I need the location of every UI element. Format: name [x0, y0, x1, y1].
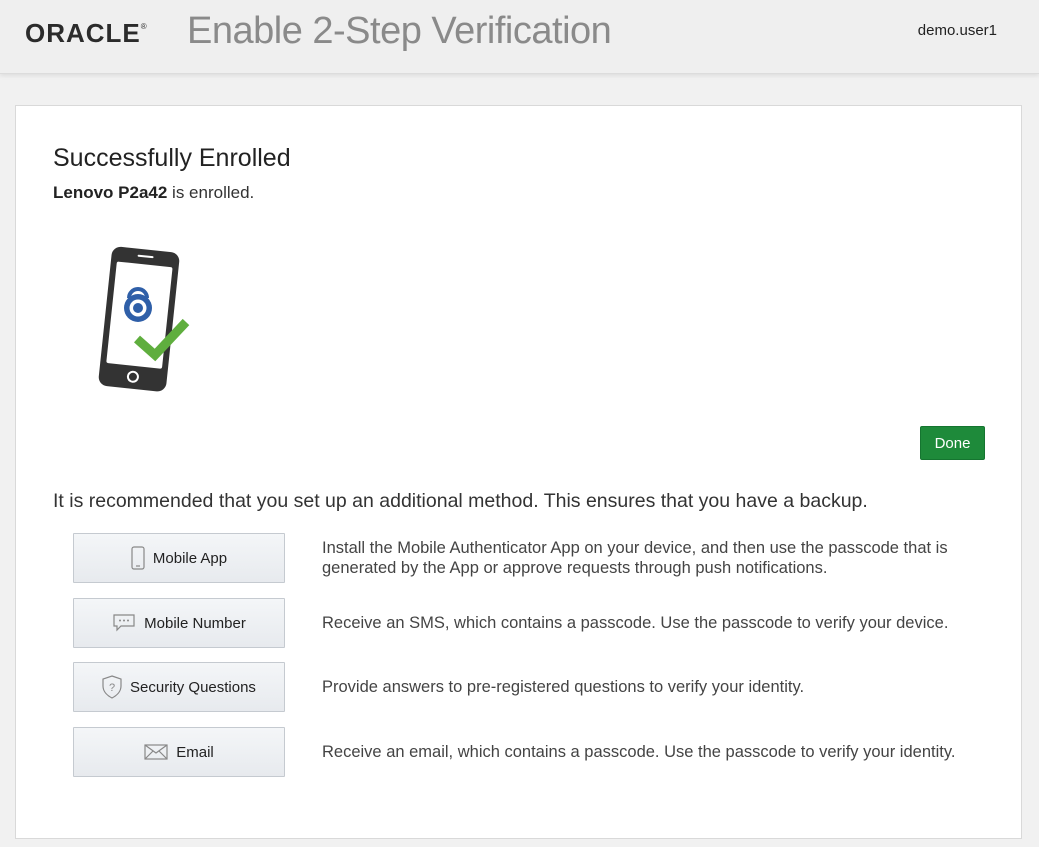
- oracle-logo: ORACLE®: [25, 18, 148, 48]
- shield-question-icon: ?: [102, 675, 122, 699]
- enrolled-suffix: is enrolled.: [167, 183, 255, 202]
- mobile-app-description: Install the Mobile Authenticator App on …: [322, 539, 948, 577]
- security-questions-description: Provide answers to pre-registered questi…: [322, 678, 805, 696]
- mobile-app-button[interactable]: Mobile App: [73, 533, 285, 583]
- mobile-phone-icon: [131, 546, 145, 570]
- mobile-number-button[interactable]: Mobile Number: [73, 598, 285, 648]
- user-name[interactable]: demo.user1: [918, 22, 997, 39]
- security-questions-label: Security Questions: [130, 678, 256, 696]
- mobile-app-label: Mobile App: [152, 549, 228, 567]
- envelope-icon: [144, 744, 168, 760]
- mobile-number-label: Mobile Number: [144, 614, 246, 632]
- phone-lock-check-icon: [98, 246, 190, 392]
- device-name: Lenovo P2a42: [53, 183, 168, 202]
- enrolled-message: Lenovo P2a42 is enrolled.: [53, 183, 254, 203]
- method-row-mobile-app: Mobile App Install the Mobile Authentica…: [73, 533, 973, 583]
- mobile-number-description: Receive an SMS, which contains a passcod…: [322, 614, 949, 632]
- svg-text:?: ?: [109, 682, 115, 694]
- enrollment-panel: Successfully Enrolled Lenovo P2a42 is en…: [15, 105, 1022, 839]
- email-label: Email: [176, 743, 214, 761]
- method-row-security-questions: ? Security Questions Provide answers to …: [73, 662, 973, 712]
- sms-bubble-icon: [112, 614, 136, 632]
- app-header: ORACLE® Enable 2-Step Verification demo.…: [0, 0, 1039, 74]
- method-row-mobile-number: Mobile Number Receive an SMS, which cont…: [73, 598, 973, 648]
- method-row-email: Email Receive an email, which contains a…: [73, 727, 973, 777]
- done-button[interactable]: Done: [920, 426, 985, 460]
- email-description: Receive an email, which contains a passc…: [322, 743, 956, 761]
- security-questions-button[interactable]: ? Security Questions: [73, 662, 285, 712]
- email-button[interactable]: Email: [73, 727, 285, 777]
- page-title: Enable 2-Step Verification: [187, 10, 612, 52]
- recommendation-text: It is recommended that you set up an add…: [53, 490, 868, 512]
- success-heading: Successfully Enrolled: [53, 144, 291, 172]
